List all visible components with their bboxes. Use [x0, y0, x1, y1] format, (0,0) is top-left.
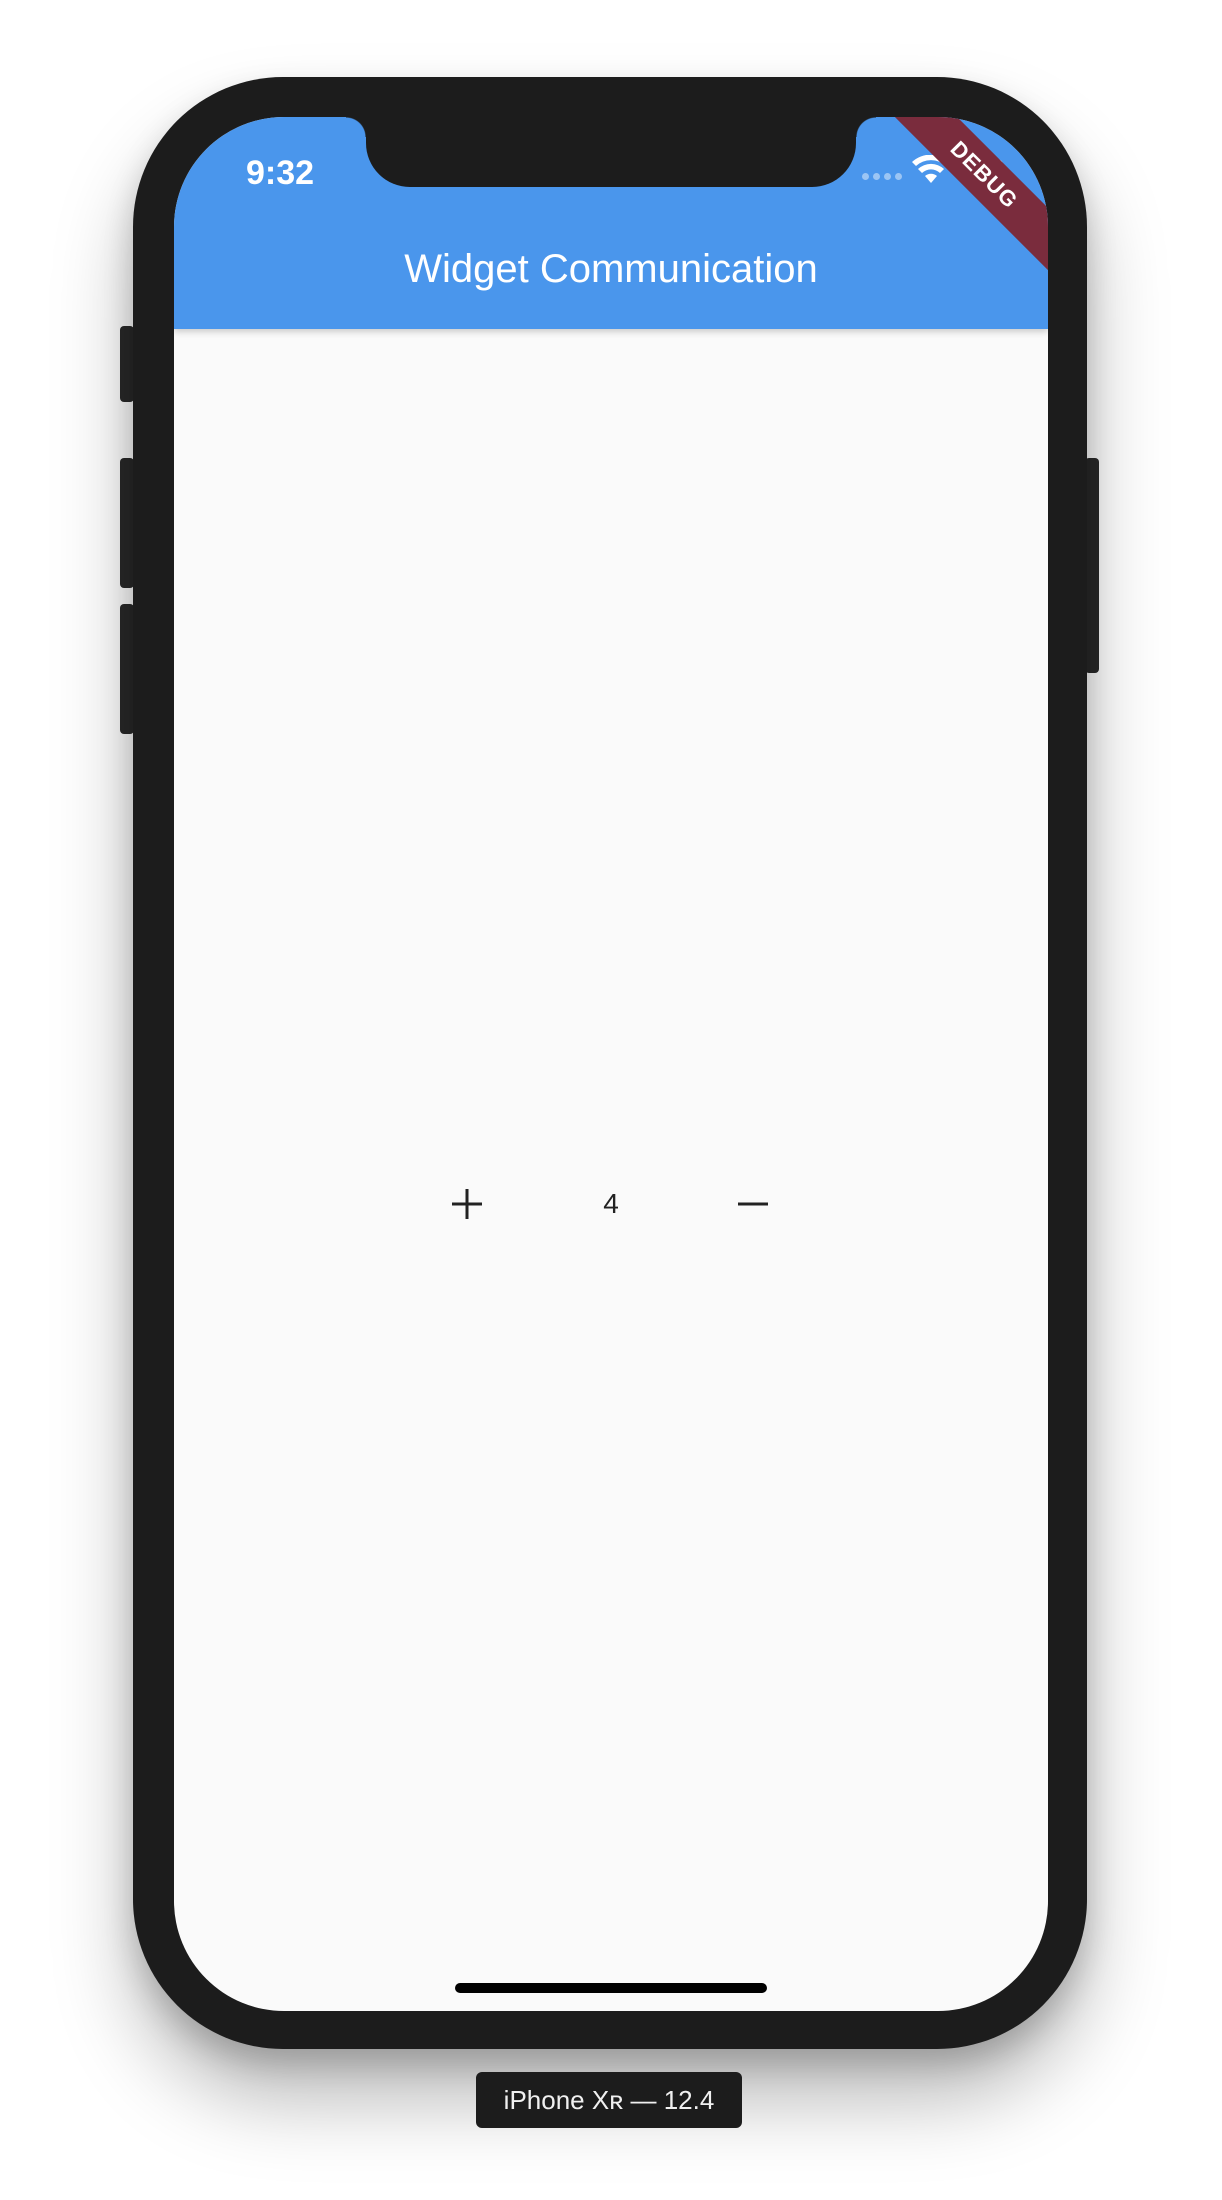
device-notch — [346, 117, 876, 187]
signal-icon — [862, 173, 902, 181]
counter-row: 4 — [174, 1169, 1048, 1239]
plus-icon — [452, 1189, 482, 1219]
power-button — [1085, 458, 1099, 673]
minus-icon — [738, 1202, 768, 1206]
simulator-device-label: iPhone Xʀ — 12.4 — [476, 2072, 742, 2128]
simulator-stage: 9:32 Widget Communication DEBUG 4 iPhone… — [0, 0, 1222, 2200]
home-indicator[interactable] — [455, 1983, 767, 1993]
volume-down-button — [120, 604, 134, 734]
decrement-button[interactable] — [718, 1169, 788, 1239]
mute-switch — [120, 326, 134, 402]
device-screen: 9:32 Widget Communication DEBUG 4 — [174, 117, 1048, 2011]
page-title: Widget Communication — [404, 247, 818, 291]
increment-button[interactable] — [432, 1169, 502, 1239]
volume-up-button — [120, 458, 134, 588]
counter-value: 4 — [603, 1188, 619, 1219]
status-time: 9:32 — [246, 154, 315, 192]
